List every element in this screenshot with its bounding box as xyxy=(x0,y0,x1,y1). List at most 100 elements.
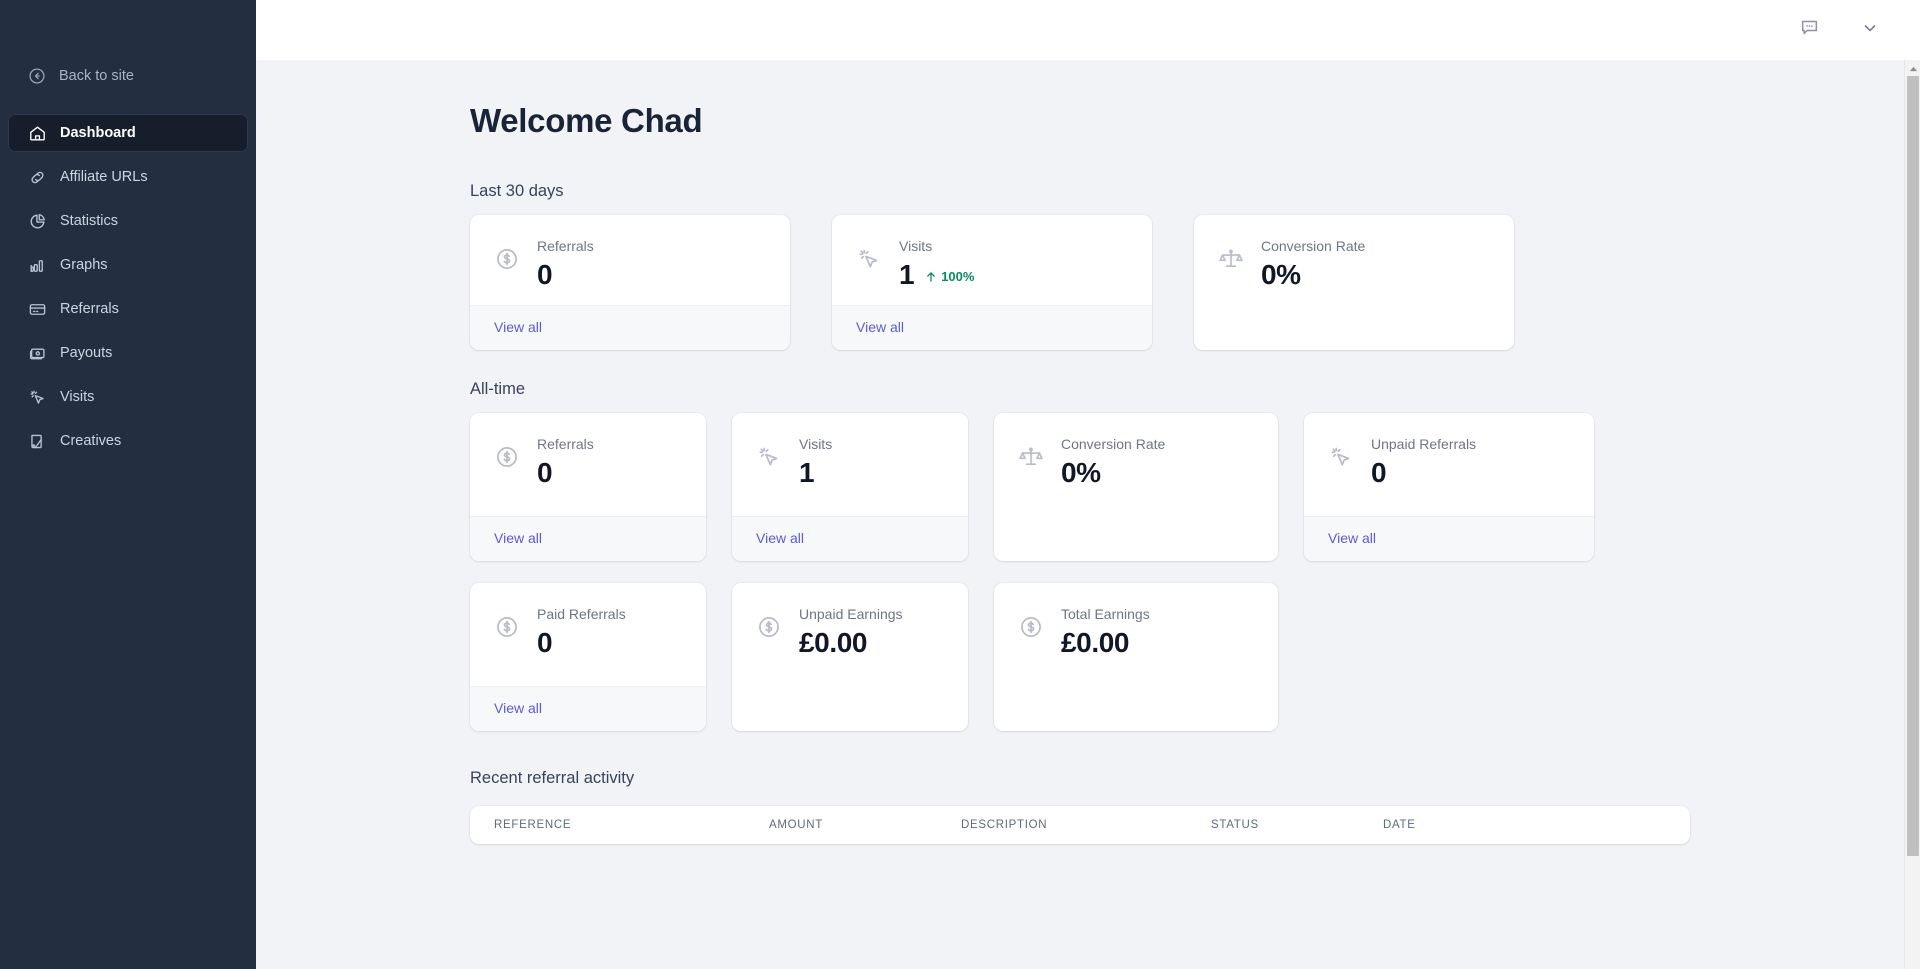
sidebar-item-label: Affiliate URLs xyxy=(60,168,148,185)
stat-card-footer: View all xyxy=(470,305,790,350)
sidebar-item-statistics[interactable]: Statistics xyxy=(8,202,248,240)
sidebar-item-referrals[interactable]: Referrals xyxy=(8,290,248,328)
dollar-coin-icon xyxy=(756,614,782,640)
stat-card-paid-referrals: Paid Referrals 0 View all xyxy=(470,583,706,731)
scrollbar-thumb[interactable] xyxy=(1907,76,1919,856)
view-all-link[interactable]: View all xyxy=(856,319,904,335)
stat-card-label: Conversion Rate xyxy=(1261,238,1366,254)
table-header-date: DATE xyxy=(1383,819,1416,831)
sidebar-item-label: Visits xyxy=(60,388,95,405)
credit-card-icon xyxy=(28,300,47,319)
sidebar-nav: Dashboard Affiliate URLs Statistics Grap… xyxy=(0,114,256,460)
stat-card-label: Total Earnings xyxy=(1061,606,1150,622)
topbar xyxy=(256,0,1920,60)
link-icon xyxy=(28,168,47,187)
table-header-reference: REFERENCE xyxy=(494,819,572,831)
section-title-recent-activity: Recent referral activity xyxy=(470,769,635,787)
stat-card-value: £0.00 xyxy=(1061,626,1130,658)
money-stack-icon xyxy=(28,344,47,363)
vertical-scrollbar[interactable] xyxy=(1904,60,1920,969)
sidebar-item-label: Creatives xyxy=(60,432,122,449)
stat-card-visits-all: Visits 1 View all xyxy=(732,413,968,561)
stat-card-value: £0.00 xyxy=(799,626,868,658)
sidebar-item-label: Referrals xyxy=(60,300,119,317)
stat-card-delta: 100% xyxy=(924,269,974,284)
view-all-link[interactable]: View all xyxy=(494,700,542,716)
page-title: Welcome Chad xyxy=(470,102,703,139)
sidebar-item-label: Dashboard xyxy=(60,124,136,141)
stat-card-label: Paid Referrals xyxy=(537,606,626,622)
sidebar-item-label: Graphs xyxy=(60,256,108,273)
cursor-click-icon xyxy=(856,246,882,272)
stat-card-value: 0% xyxy=(1261,258,1301,290)
stat-card-label: Referrals xyxy=(537,436,594,452)
stat-card-value: 0 xyxy=(537,258,553,290)
sidebar-item-dashboard[interactable]: Dashboard xyxy=(8,114,248,152)
stat-card-label: Referrals xyxy=(537,238,594,254)
table-header-description: DESCRIPTION xyxy=(961,819,1048,831)
stat-card-label: Conversion Rate xyxy=(1061,436,1166,452)
stat-card-conversion-rate-30d: Conversion Rate 0% xyxy=(1194,215,1514,350)
stat-card-value: 0 xyxy=(537,456,553,488)
stat-card-footer: View all xyxy=(470,516,706,561)
dollar-coin-icon xyxy=(494,444,520,470)
stat-card-referrals-all: Referrals 0 View all xyxy=(470,413,706,561)
recent-activity-table: REFERENCE AMOUNT DESCRIPTION STATUS DATE xyxy=(470,806,1690,844)
sidebar-item-payouts[interactable]: Payouts xyxy=(8,334,248,372)
stat-card-label: Visits xyxy=(899,238,933,254)
dollar-coin-icon xyxy=(1018,614,1044,640)
all-time-cards: Referrals 0 View all Visits 1 View all C… xyxy=(470,413,1880,561)
table-header-status: STATUS xyxy=(1211,819,1259,831)
view-all-link[interactable]: View all xyxy=(756,530,804,546)
stat-card-delta-value: 100% xyxy=(941,269,975,285)
stat-card-visits-30d: Visits 1 100% View all xyxy=(832,215,1152,350)
stat-card-value: 1 xyxy=(899,258,915,290)
stat-card-footer: View all xyxy=(732,516,968,561)
section-title-last-30-days: Last 30 days xyxy=(470,182,564,200)
sidebar-item-affiliate-urls[interactable]: Affiliate URLs xyxy=(8,158,248,196)
earnings-cards: Paid Referrals 0 View all Unpaid Earning… xyxy=(470,583,1880,731)
scroll-up-arrow-icon[interactable] xyxy=(1905,62,1920,76)
stat-card-label: Unpaid Earnings xyxy=(799,606,903,622)
arrow-up-icon xyxy=(924,270,938,284)
cursor-click-icon xyxy=(28,388,47,407)
cursor-click-icon xyxy=(756,444,782,470)
home-icon xyxy=(28,124,47,143)
stat-card-footer: View all xyxy=(470,686,706,731)
chat-bubble-icon[interactable] xyxy=(1799,17,1820,43)
stat-card-unpaid-earnings: Unpaid Earnings £0.00 xyxy=(732,583,968,731)
chevron-down-icon[interactable] xyxy=(1860,18,1880,43)
view-all-link[interactable]: View all xyxy=(1328,530,1376,546)
sidebar-item-visits[interactable]: Visits xyxy=(8,378,248,416)
stat-card-conversion-rate-all: Conversion Rate 0% xyxy=(994,413,1278,561)
stat-card-footer: View all xyxy=(1304,516,1594,561)
dollar-coin-icon xyxy=(494,246,520,272)
stat-card-total-earnings: Total Earnings £0.00 xyxy=(994,583,1278,731)
scales-icon xyxy=(1018,444,1044,470)
bar-chart-icon xyxy=(28,256,47,275)
view-all-link[interactable]: View all xyxy=(494,530,542,546)
stat-card-footer: View all xyxy=(832,305,1152,350)
stat-card-label: Visits xyxy=(799,436,833,452)
arrow-circle-left-icon xyxy=(28,67,46,85)
sidebar-item-label: Statistics xyxy=(60,212,119,229)
app-root: Back to site Dashboard Affiliate URLs St… xyxy=(0,0,1920,969)
dollar-coin-icon xyxy=(494,614,520,640)
dashboard-content: Welcome Chad Last 30 days Referrals 0 Vi… xyxy=(256,60,1920,969)
main-area: Welcome Chad Last 30 days Referrals 0 Vi… xyxy=(256,0,1920,969)
sidebar-item-graphs[interactable]: Graphs xyxy=(8,246,248,284)
cursor-click-icon xyxy=(1328,444,1354,470)
image-icon xyxy=(28,432,47,451)
table-header-amount: AMOUNT xyxy=(769,819,824,831)
sidebar-item-label: Payouts xyxy=(60,344,113,361)
view-all-link[interactable]: View all xyxy=(494,319,542,335)
back-to-site-link[interactable]: Back to site xyxy=(8,58,248,94)
section-title-all-time: All-time xyxy=(470,380,526,398)
pie-chart-icon xyxy=(28,212,47,231)
back-to-site-label: Back to site xyxy=(59,68,134,84)
stat-card-value: 1 xyxy=(799,456,815,488)
stat-card-referrals-30d: Referrals 0 View all xyxy=(470,215,790,350)
sidebar-item-creatives[interactable]: Creatives xyxy=(8,422,248,460)
last-30-days-cards: Referrals 0 View all Visits 1 100% View … xyxy=(470,215,1880,350)
stat-card-label: Unpaid Referrals xyxy=(1371,436,1477,452)
